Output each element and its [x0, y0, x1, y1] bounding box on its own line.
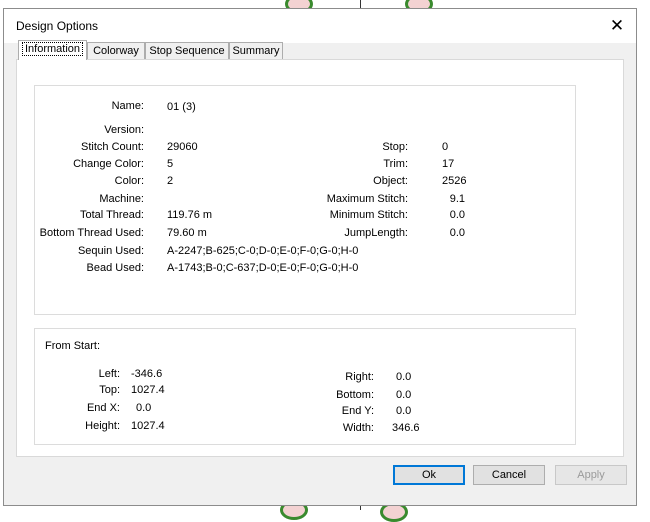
- width-value: 346.6: [392, 422, 420, 434]
- top-value: 1027.4: [131, 384, 165, 396]
- bead-used-value: A-1743;B-0;C-637;D-0;E-0;F-0;G-0;H-0: [167, 262, 359, 274]
- sequin-used-value: A-2247;B-625;C-0;D-0;E-0;F-0;G-0;H-0: [167, 245, 359, 257]
- title-bar: Design Options ✕: [4, 9, 636, 43]
- bottom-value: 0.0: [396, 389, 412, 401]
- color-value: 2: [167, 175, 174, 187]
- left-value: -346.6: [131, 368, 163, 380]
- name-label: Name:: [111, 100, 144, 112]
- cancel-button[interactable]: Cancel: [473, 465, 545, 485]
- object-value: 2526: [442, 175, 467, 187]
- apply-button[interactable]: Apply: [555, 465, 627, 485]
- end-x-value: 0.0: [136, 402, 152, 414]
- close-icon[interactable]: ✕: [604, 13, 630, 39]
- bead-used-label: Bead Used:: [86, 262, 144, 274]
- end-x-label: End X:: [86, 402, 120, 414]
- stitch-count-value: 29060: [167, 141, 198, 153]
- minimum-stitch-label: Minimum Stitch:: [329, 209, 408, 221]
- from-start-heading: From Start:: [45, 340, 101, 352]
- height-label: Height:: [85, 420, 120, 432]
- bottom-thread-used-value: 79.60 m: [167, 227, 207, 239]
- trim-value: 17: [442, 158, 455, 170]
- version-label: Version:: [104, 124, 144, 136]
- tab-colorway[interactable]: Colorway: [87, 42, 145, 59]
- change-color-label: Change Color:: [73, 158, 144, 170]
- stop-label: Stop:: [382, 141, 408, 153]
- right-value: 0.0: [396, 371, 412, 383]
- tab-summary[interactable]: Summary: [229, 42, 283, 59]
- end-y-label: End Y:: [341, 405, 374, 417]
- bottom-thread-used-label: Bottom Thread Used:: [39, 227, 144, 239]
- right-label: Right:: [345, 371, 374, 383]
- ok-button[interactable]: Ok: [393, 465, 465, 485]
- end-y-value: 0.0: [396, 405, 412, 417]
- maximum-stitch-label: Maximum Stitch:: [326, 193, 408, 205]
- jump-length-label: JumpLength:: [344, 227, 408, 239]
- bottom-label: Bottom:: [336, 389, 374, 401]
- tab-stop-sequence[interactable]: Stop Sequence: [145, 42, 229, 59]
- sequin-used-label: Sequin Used:: [77, 245, 144, 257]
- tab-information[interactable]: Information: [18, 40, 87, 60]
- object-label: Object:: [373, 175, 408, 187]
- color-label: Color:: [114, 175, 144, 187]
- change-color-value: 5: [167, 158, 174, 170]
- dialog-title: Design Options: [16, 19, 99, 33]
- stitch-count-label: Stitch Count:: [81, 141, 144, 153]
- jump-length-value: 0.0: [449, 227, 465, 239]
- machine-label: Machine:: [99, 193, 144, 205]
- trim-label: Trim:: [383, 158, 408, 170]
- top-label: Top:: [99, 384, 120, 396]
- total-thread-value: 119.76 m: [167, 209, 213, 221]
- left-label: Left:: [98, 368, 120, 380]
- minimum-stitch-value: 0.0: [449, 209, 465, 221]
- maximum-stitch-value: 9.1: [449, 193, 465, 205]
- total-thread-label: Total Thread:: [79, 209, 144, 221]
- height-value: 1027.4: [131, 420, 165, 432]
- width-label: Width:: [342, 422, 374, 434]
- stop-value: 0: [442, 141, 449, 153]
- name-value: 01 (3): [167, 101, 196, 113]
